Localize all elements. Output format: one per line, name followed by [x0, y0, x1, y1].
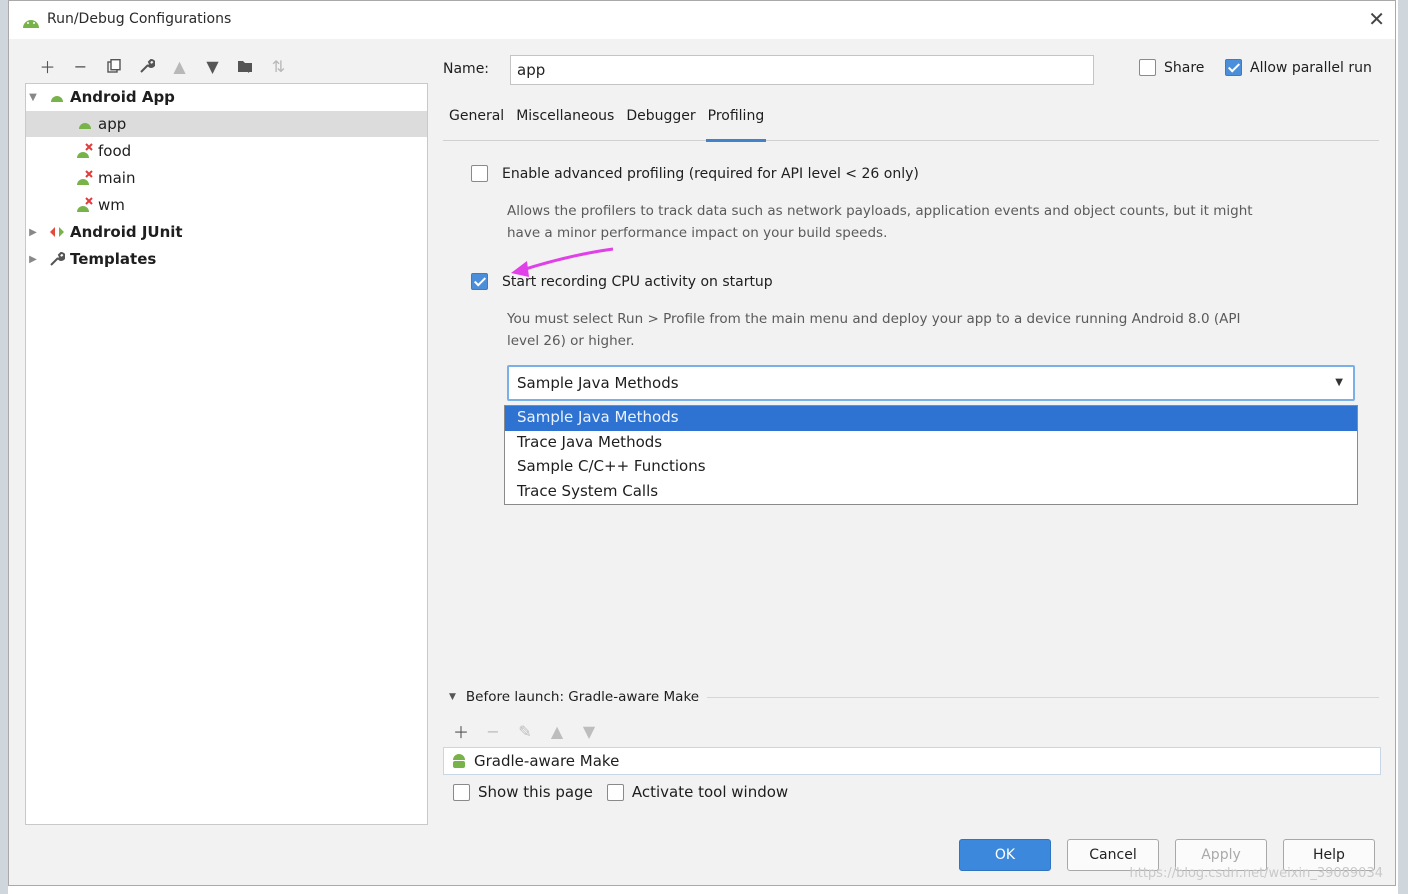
cpu-recording-description: You must select Run > Profile from the m… — [507, 308, 1240, 352]
config-tabs: General Miscellaneous Debugger Profiling — [443, 101, 1379, 142]
move-to-folder-icon[interactable] — [229, 53, 262, 79]
junit-icon — [48, 224, 66, 240]
option-sample-java-methods[interactable]: Sample Java Methods — [505, 406, 1357, 431]
tree-item-food[interactable]: food — [26, 138, 427, 164]
tab-general[interactable]: General — [443, 101, 510, 141]
ok-button[interactable]: OK — [959, 839, 1051, 871]
remove-task-icon[interactable]: − — [481, 719, 505, 743]
cpu-config-dropdown[interactable]: Sample Java Methods ▼ — [507, 365, 1355, 401]
sort-icon[interactable]: ⇅ — [262, 53, 295, 79]
run-debug-dialog: Run/Debug Configurations ✕ ＋ − ▲ ▼ ⇅ ▼ A… — [8, 0, 1396, 886]
tree-item-label: wm — [98, 196, 125, 214]
allow-parallel-run-checkbox[interactable] — [1225, 59, 1242, 76]
list-item[interactable]: Gradle-aware Make — [452, 752, 619, 770]
config-tree: ▼ Android App app food main wm ▶ Android… — [25, 83, 428, 825]
allow-parallel-run-option[interactable]: Allow parallel run — [1225, 59, 1372, 76]
wrench-icon — [48, 251, 66, 267]
chevron-right-icon[interactable]: ▶ — [26, 254, 40, 265]
background-strip — [1398, 0, 1408, 894]
show-page-label: Show this page — [478, 783, 593, 801]
move-up-icon[interactable]: ▲ — [163, 53, 196, 79]
before-launch-options: Show this page Activate tool window — [453, 783, 788, 801]
tree-item-label: food — [98, 142, 132, 160]
chevron-down-icon: ▼ — [1335, 377, 1343, 388]
android-studio-icon — [21, 13, 41, 32]
option-sample-cpp-functions[interactable]: Sample C/C++ Functions — [505, 455, 1357, 480]
close-icon[interactable]: ✕ — [1368, 7, 1385, 31]
tab-miscellaneous[interactable]: Miscellaneous — [510, 101, 620, 141]
task-label: Gradle-aware Make — [474, 752, 620, 770]
chevron-down-icon[interactable]: ▼ — [449, 692, 456, 702]
tree-item-label: Templates — [70, 250, 157, 268]
option-trace-java-methods[interactable]: Trace Java Methods — [505, 431, 1357, 456]
advanced-profiling-checkbox[interactable] — [471, 165, 488, 182]
activate-tool-window-label: Activate tool window — [631, 783, 789, 801]
before-launch-task-list: Gradle-aware Make — [443, 747, 1381, 775]
tree-item-label: main — [98, 169, 136, 187]
window-title: Run/Debug Configurations — [47, 11, 232, 27]
move-down-icon[interactable]: ▼ — [196, 53, 229, 79]
allow-parallel-run-label: Allow parallel run — [1250, 59, 1372, 76]
tab-debugger[interactable]: Debugger — [620, 101, 701, 141]
edit-task-icon[interactable]: ✎ — [513, 719, 537, 743]
annotation-arrow-icon — [511, 247, 614, 277]
watermark: https://blog.csdn.net/weixin_39089034 — [1129, 866, 1383, 881]
android-error-icon — [76, 143, 94, 159]
background-strip — [0, 0, 8, 894]
tree-item-templates[interactable]: ▶ Templates — [26, 246, 427, 272]
android-icon — [48, 89, 66, 105]
name-label: Name: — [443, 61, 490, 77]
share-checkbox[interactable] — [1139, 59, 1156, 76]
share-label: Share — [1164, 59, 1205, 76]
title-bar: Run/Debug Configurations ✕ — [9, 1, 1395, 39]
config-toolbar: ＋ − ▲ ▼ ⇅ — [31, 53, 295, 79]
android-robot-icon — [452, 753, 466, 769]
move-up-icon[interactable]: ▲ — [545, 719, 569, 743]
share-option[interactable]: Share — [1139, 59, 1204, 76]
move-down-icon[interactable]: ▼ — [577, 719, 601, 743]
wrench-icon[interactable] — [130, 53, 163, 79]
cpu-config-options: Sample Java Methods Trace Java Methods S… — [504, 405, 1358, 505]
android-error-icon — [76, 197, 94, 213]
advanced-profiling-description: Allows the profilers to track data such … — [507, 200, 1253, 244]
tree-item-main[interactable]: main — [26, 165, 427, 191]
before-launch-toolbar: ＋ − ✎ ▲ ▼ — [449, 719, 601, 743]
activate-tool-window-checkbox[interactable] — [606, 783, 624, 801]
tree-item-label: Android JUnit — [70, 223, 183, 241]
android-error-icon — [76, 170, 94, 186]
tab-profiling[interactable]: Profiling — [702, 101, 771, 142]
copy-config-icon[interactable] — [97, 53, 130, 79]
advanced-profiling-label: Enable advanced profiling (required for … — [502, 165, 919, 182]
name-input[interactable] — [510, 55, 1094, 85]
before-launch-title: Before launch: Gradle-aware Make — [465, 689, 700, 705]
description-line: Allows the profilers to track data such … — [507, 203, 1253, 219]
tree-item-label: Android App — [70, 88, 175, 106]
tree-item-app[interactable]: app — [26, 111, 427, 137]
divider — [707, 696, 1379, 698]
remove-config-icon[interactable]: − — [64, 53, 97, 79]
advanced-profiling-option[interactable]: Enable advanced profiling (required for … — [471, 165, 919, 182]
tree-item-android-junit[interactable]: ▶ Android JUnit — [26, 219, 427, 245]
add-task-icon[interactable]: ＋ — [449, 719, 473, 743]
chevron-right-icon[interactable]: ▶ — [26, 227, 40, 238]
description-line: level 26) or higher. — [507, 333, 635, 349]
tree-item-label: app — [98, 115, 127, 133]
description-line: You must select Run > Profile from the m… — [507, 311, 1241, 327]
tree-item-android-app[interactable]: ▼ Android App — [26, 84, 427, 110]
description-line: have a minor performance impact on your … — [507, 225, 888, 241]
android-icon — [76, 116, 94, 132]
cpu-recording-checkbox[interactable] — [471, 273, 488, 290]
cpu-config-value: Sample Java Methods — [517, 374, 679, 392]
tree-item-wm[interactable]: wm — [26, 192, 427, 218]
option-trace-system-calls[interactable]: Trace System Calls — [505, 480, 1357, 505]
chevron-down-icon[interactable]: ▼ — [26, 92, 40, 103]
show-page-checkbox[interactable] — [453, 783, 470, 801]
add-config-icon[interactable]: ＋ — [31, 53, 64, 79]
before-launch-section[interactable]: ▼ Before launch: Gradle-aware Make — [449, 689, 1379, 705]
